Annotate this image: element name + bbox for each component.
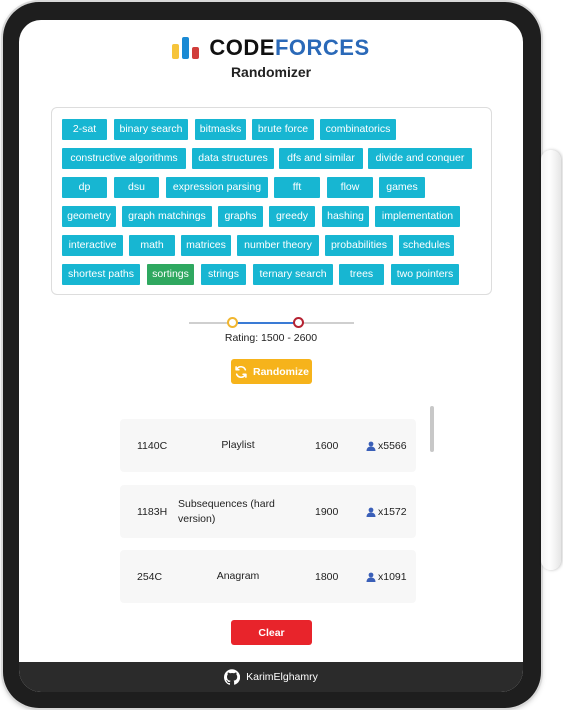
clear-button[interactable]: Clear (231, 620, 312, 645)
tag-dp[interactable]: dp (62, 177, 107, 198)
tag-binary-search[interactable]: binary search (114, 119, 188, 140)
tag-bitmasks[interactable]: bitmasks (195, 119, 246, 140)
tag-trees[interactable]: trees (339, 264, 384, 285)
problem-solved-count: x1091 (366, 550, 407, 603)
problems-scrollbar[interactable] (430, 406, 434, 452)
tag-games[interactable]: games (379, 177, 425, 198)
tag-hashing[interactable]: hashing (322, 206, 369, 227)
tag-2-sat[interactable]: 2-sat (62, 119, 107, 140)
tag-shortest-paths[interactable]: shortest paths (62, 264, 140, 285)
tag-two-pointers[interactable]: two pointers (391, 264, 459, 285)
tag-graph-matchings[interactable]: graph matchings (122, 206, 212, 227)
codeforces-bars-icon (172, 37, 200, 59)
tag-geometry[interactable]: geometry (62, 206, 116, 227)
tags-panel: 2-sat binary search bitmasks brute force… (51, 107, 492, 295)
tag-flow[interactable]: flow (327, 177, 373, 198)
tag-probabilities[interactable]: probabilities (325, 235, 393, 256)
problem-id: 1140C (137, 439, 168, 452)
problem-solved-count: x5566 (366, 419, 407, 472)
tag-implementation[interactable]: implementation (375, 206, 460, 227)
problem-card[interactable]: 254C Anagram 1800 x1091 (120, 550, 416, 603)
logo-forces-text: forces (274, 35, 370, 60)
problem-card[interactable]: 1140C Playlist 1600 x5566 (120, 419, 416, 472)
problem-rating: 1900 (315, 505, 339, 518)
solved-count-text: x1572 (378, 505, 407, 518)
problem-solved-count: x1572 (366, 485, 407, 538)
rating-label: Rating: 1500 - 2600 (224, 332, 318, 344)
problem-rating: 1600 (315, 439, 339, 452)
solved-count-text: x1091 (378, 570, 407, 583)
problem-name: Playlist (221, 439, 255, 451)
randomize-button[interactable]: Randomize (231, 359, 312, 384)
logo-code-text: Code (209, 35, 275, 60)
refresh-icon (235, 365, 247, 378)
tag-constructive-algorithms[interactable]: constructive algorithms (62, 148, 186, 169)
tag-divide-and-conquer[interactable]: divide and conquer (368, 148, 472, 169)
tag-matrices[interactable]: matrices (181, 235, 231, 256)
codeforces-logo: Codeforces (19, 34, 523, 62)
logo-text: Codeforces (209, 35, 369, 61)
randomize-label: Randomize (252, 365, 309, 378)
github-icon[interactable] (224, 669, 241, 685)
stylus-pencil (541, 150, 561, 570)
tag-greedy[interactable]: greedy (269, 206, 315, 227)
tag-dsu[interactable]: dsu (114, 177, 159, 198)
tag-strings[interactable]: strings (201, 264, 246, 285)
tag-number-theory[interactable]: number theory (237, 235, 319, 256)
user-icon (366, 441, 376, 451)
problem-id: 1183H (137, 505, 168, 518)
footer-username[interactable]: KarimElghamry (246, 671, 318, 683)
rating-min-handle[interactable] (227, 317, 238, 328)
user-icon (366, 572, 376, 582)
tag-data-structures[interactable]: data structures (192, 148, 274, 169)
rating-max-handle[interactable] (293, 317, 304, 328)
tag-ternary-search[interactable]: ternary search (253, 264, 333, 285)
tag-math[interactable]: math (129, 235, 175, 256)
tag-expression-parsing[interactable]: expression parsing (166, 177, 268, 198)
tag-combinatorics[interactable]: combinatorics (320, 119, 396, 140)
tag-brute-force[interactable]: brute force (252, 119, 314, 140)
tag-sortings[interactable]: sortings (147, 264, 194, 285)
tag-interactive[interactable]: interactive (62, 235, 123, 256)
problem-card[interactable]: 1183H Subsequences (hard version) 1900 x… (120, 485, 416, 538)
app-screen: Codeforces Randomizer 2-sat binary searc… (19, 20, 523, 692)
tag-dfs-and-similar[interactable]: dfs and similar (279, 148, 363, 169)
tag-schedules[interactable]: schedules (399, 235, 454, 256)
problem-name: Subsequences (hard version) (178, 497, 275, 525)
rating-slider-range (232, 322, 298, 324)
tag-fft[interactable]: fft (274, 177, 320, 198)
problem-rating: 1800 (315, 570, 339, 583)
problem-name: Anagram (216, 570, 260, 582)
user-icon (366, 507, 376, 517)
page-title: Randomizer (230, 64, 312, 80)
problem-id: 254C (137, 570, 163, 583)
solved-count-text: x5566 (378, 439, 407, 452)
tag-graphs[interactable]: graphs (218, 206, 263, 227)
footer: KarimElghamry (19, 662, 523, 692)
